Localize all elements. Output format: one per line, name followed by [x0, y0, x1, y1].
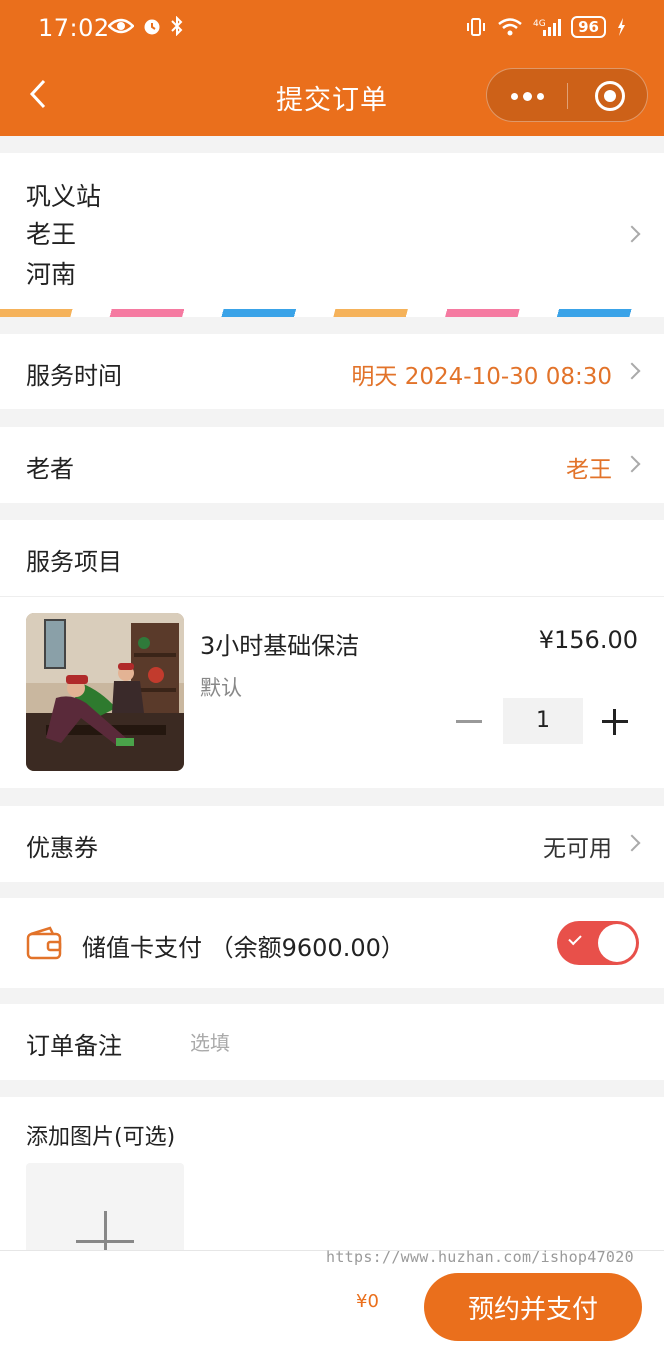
check-icon: [568, 931, 582, 946]
card-pay-toggle[interactable]: [557, 921, 639, 965]
chevron-right-icon: [623, 834, 641, 852]
minus-icon[interactable]: [456, 720, 482, 723]
status-left-icons: [108, 16, 184, 36]
bluetooth-icon: [171, 16, 183, 36]
wifi-icon: [498, 18, 522, 36]
alarm-icon: [144, 19, 160, 35]
address-station: 巩义站: [26, 182, 102, 211]
bottom-bar: https://www.huzhan.com/ishop47020 ¥0 预约并…: [0, 1248, 664, 1355]
address-stripe: [0, 309, 664, 317]
header: 17:02 4G 96 提交订单: [0, 0, 664, 136]
product-image: [26, 613, 184, 771]
divider: [0, 596, 664, 597]
quantity-value[interactable]: 1: [503, 698, 583, 744]
capsule-divider: [567, 83, 568, 109]
product-price: ¥156.00: [538, 626, 638, 654]
address-card[interactable]: 巩义站 老王 河南: [0, 153, 664, 317]
coupon-label: 优惠券: [26, 834, 98, 862]
charging-icon: [618, 18, 625, 36]
total-price: ¥0: [356, 1291, 379, 1312]
service-time-value: 明天 2024-10-30 08:30: [351, 364, 612, 390]
close-mini-program-icon[interactable]: [595, 81, 625, 111]
battery-indicator: 96: [571, 16, 606, 38]
elder-value: 老王: [566, 457, 612, 483]
chevron-right-icon: [623, 362, 641, 380]
more-button[interactable]: [487, 69, 567, 123]
more-dots-icon: [510, 92, 518, 100]
eye-icon: [108, 18, 134, 34]
elder-label: 老者: [26, 455, 74, 483]
watermark: https://www.huzhan.com/ishop47020: [326, 1248, 634, 1266]
coupon-row[interactable]: 优惠券 无可用: [0, 806, 664, 882]
service-section-title: 服务项目: [26, 548, 122, 576]
service-time-row[interactable]: 服务时间 明天 2024-10-30 08:30: [0, 334, 664, 409]
service-time-label: 服务时间: [26, 362, 122, 390]
product-name: 3小时基础保洁: [200, 632, 360, 660]
signal-icon: 4G: [533, 19, 562, 36]
remark-input[interactable]: [190, 1028, 620, 1058]
quantity-stepper: 1: [450, 698, 640, 744]
elder-row[interactable]: 老者 老王: [0, 427, 664, 503]
status-right-icons: 4G 96: [465, 16, 626, 38]
card-pay-label: 储值卡支付 （余额9600.00）: [82, 934, 405, 962]
image-upload-label: 添加图片(可选): [26, 1125, 176, 1150]
product-spec: 默认: [200, 676, 242, 700]
toggle-knob: [598, 924, 636, 962]
chevron-right-icon: [623, 225, 641, 243]
chevron-right-icon: [623, 455, 641, 473]
service-section: 服务项目 3小时基础保洁 默认 ¥156.00 1: [0, 520, 664, 788]
card-pay-row: 储值卡支付 （余额9600.00）: [0, 898, 664, 988]
mini-program-capsule: [486, 68, 648, 122]
wallet-icon: [26, 926, 62, 960]
remark-row: 订单备注: [0, 1004, 664, 1080]
submit-pay-button[interactable]: 预约并支付: [424, 1273, 642, 1341]
address-contact: 老王: [26, 220, 77, 249]
nav-bar: 提交订单: [0, 60, 664, 132]
svg-text:4G: 4G: [533, 19, 546, 29]
status-time: 17:02: [38, 14, 110, 42]
remark-label: 订单备注: [26, 1032, 122, 1060]
status-bar: 17:02 4G 96: [0, 0, 664, 56]
coupon-value: 无可用: [543, 836, 612, 862]
vibrate-icon: [467, 18, 486, 36]
address-detail: 河南: [26, 260, 77, 289]
